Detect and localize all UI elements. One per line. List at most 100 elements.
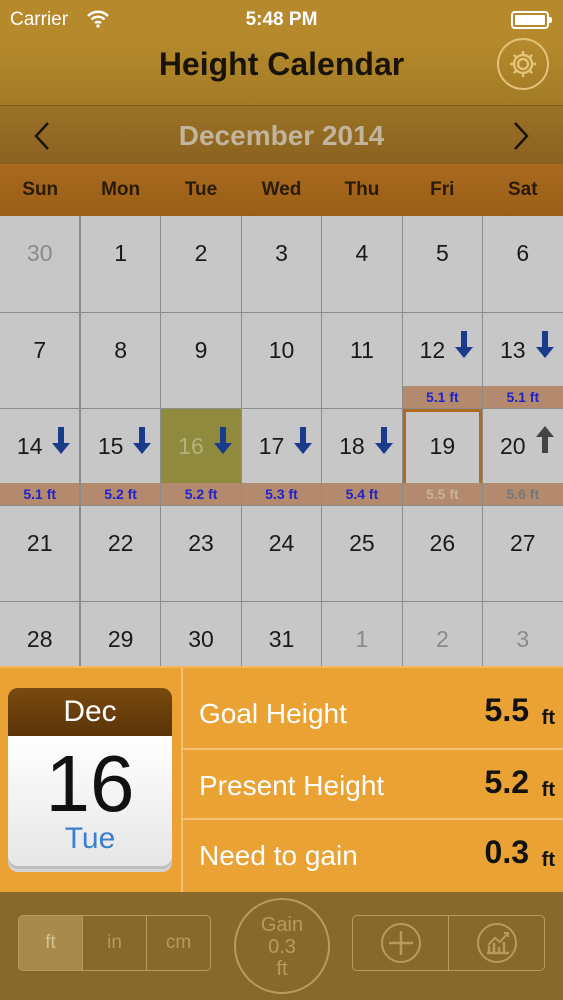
calendar-day[interactable]: 22 <box>80 505 161 601</box>
need-to-gain-label: Need to gain <box>199 840 358 871</box>
weekday-label: Wed <box>261 179 302 200</box>
date-card-body: 16 Tue <box>8 736 172 866</box>
calendar-day[interactable]: 2 <box>402 602 483 666</box>
calendar-day[interactable]: 29 <box>80 602 161 666</box>
calendar-day[interactable]: 26 <box>402 505 483 601</box>
calendar-day[interactable]: 13 5.1 ft <box>483 312 563 408</box>
day-number: 5 <box>435 240 449 266</box>
calendar-day[interactable]: 3 <box>483 602 563 666</box>
day-number: 31 <box>268 626 295 652</box>
calendar-day[interactable]: 30 <box>161 602 241 666</box>
calendar-day[interactable]: 23 <box>161 505 241 601</box>
calendar-day[interactable]: 14 5.1 ft <box>0 409 80 505</box>
calendar-day[interactable]: 15 5.2 ft <box>80 409 161 505</box>
status-time: 5:48 PM <box>245 9 318 30</box>
arrow-down-icon <box>133 427 152 454</box>
day-number: 8 <box>114 336 128 363</box>
calendar-day[interactable]: 18 5.4 ft <box>322 409 402 505</box>
status-bar: Carrier 5:48 PM <box>0 0 563 38</box>
day-number: 23 <box>188 529 214 556</box>
calendar-day[interactable]: 28 <box>0 602 80 666</box>
day-height-label: 5.3 ft <box>241 482 322 505</box>
calendar-day[interactable]: 31 <box>241 602 322 666</box>
arrow-down-icon <box>455 330 474 358</box>
day-height-label: 5.1 ft <box>483 386 563 408</box>
unit-option-cm[interactable]: cm <box>147 916 210 970</box>
weekday-label: Sun <box>22 179 59 200</box>
calendar-day[interactable]: 2 <box>161 216 241 312</box>
day-height-label: 5.1 ft <box>0 482 80 505</box>
goal-height-label: Goal Height <box>199 698 347 729</box>
weekday-label: Mon <box>101 179 141 200</box>
nav-bar: Height Calendar <box>0 38 563 106</box>
calendar-day[interactable]: 21 <box>0 505 80 601</box>
present-height-row: Present Height 5.2 ft <box>183 750 563 824</box>
goal-height-value: 5.5 <box>484 692 529 728</box>
next-month-button[interactable] <box>503 118 539 154</box>
chart-button[interactable] <box>449 916 544 970</box>
arrow-down-icon <box>52 427 71 454</box>
calendar-day[interactable]: 4 <box>322 216 402 312</box>
calendar-day[interactable]: 24 <box>241 505 322 601</box>
unit-option-in[interactable]: in <box>83 916 147 970</box>
calendar-day[interactable]: 12 5.1 ft <box>402 312 483 408</box>
calendar-day[interactable]: 19 5.5 ft <box>402 409 483 505</box>
calendar-day[interactable]: 27 <box>483 505 563 601</box>
calendar-day[interactable]: 25 <box>322 505 402 601</box>
unit-option-ft[interactable]: ft <box>19 916 83 970</box>
day-number: 10 <box>268 336 295 363</box>
calendar-grid: 30 1 2 3 4 5 6 7 8 9 10 11 12 5.1 ft 13 5.1 ft 14 5.1 ft 1… <box>0 216 563 666</box>
present-height-unit: ft <box>541 779 555 801</box>
day-number: 7 <box>33 336 47 363</box>
calendar-day[interactable]: 20 5.6 ft <box>483 409 563 505</box>
battery-icon <box>511 11 552 29</box>
calendar-day[interactable]: 11 <box>322 312 402 408</box>
calendar-day[interactable]: 17 5.3 ft <box>241 409 322 505</box>
calendar-day[interactable]: 3 <box>241 216 322 312</box>
add-entry-button[interactable] <box>353 916 449 970</box>
chart-icon <box>476 923 517 963</box>
calendar-day[interactable]: 1 <box>80 216 161 312</box>
arrow-down-icon <box>213 427 232 454</box>
day-number: 9 <box>194 336 208 363</box>
present-height-value: 5.2 <box>484 764 529 800</box>
need-to-gain-row: Need to gain 0.3 ft <box>183 820 563 894</box>
day-number: 24 <box>268 529 295 556</box>
calendar-day[interactable]: 1 <box>322 602 402 666</box>
day-height-label: 5.5 ft <box>402 482 483 505</box>
day-number: 28 <box>26 626 53 652</box>
day-number: 2 <box>435 626 449 652</box>
arrow-down-icon <box>294 427 313 454</box>
calendar-day[interactable]: 10 <box>241 312 322 408</box>
arrow-down-icon <box>374 427 393 454</box>
calendar-day[interactable]: 30 <box>0 216 80 312</box>
present-height-label: Present Height <box>199 770 385 801</box>
info-panel: Dec 16 Tue Goal Height 5.5 ft Present He… <box>0 666 563 892</box>
need-to-gain-unit: ft <box>541 849 555 871</box>
day-number: 21 <box>26 529 53 556</box>
month-title: December 2014 <box>178 120 385 151</box>
day-height-label: 5.6 ft <box>483 482 563 505</box>
need-to-gain-value: 0.3 <box>484 834 529 870</box>
action-group <box>352 915 545 971</box>
settings-button[interactable] <box>497 38 549 90</box>
day-number: 19 <box>429 433 456 459</box>
weekday-label: Sat <box>507 179 538 200</box>
calendar-day[interactable]: 6 <box>483 216 563 312</box>
calendar-day[interactable]: 8 <box>80 312 161 408</box>
day-number: 1 <box>355 626 369 652</box>
selected-day: 16 <box>45 739 135 828</box>
day-number: 3 <box>275 240 288 266</box>
calendar-day[interactable]: 5 <box>402 216 483 312</box>
calendar-day[interactable]: 7 <box>0 312 80 408</box>
day-number: 30 <box>188 626 214 652</box>
arrow-up-icon <box>535 426 554 453</box>
selected-weekday: Tue <box>64 822 116 855</box>
day-height-label: 5.2 ft <box>161 482 241 505</box>
calendar-day[interactable]: 16 5.2 ft <box>161 409 241 505</box>
goal-height-row: Goal Height 5.5 ft <box>183 678 563 752</box>
day-number: 2 <box>194 240 208 266</box>
gain-unit: ft <box>276 958 288 980</box>
gain-indicator: Gain 0.3 ft <box>234 898 330 994</box>
calendar-day[interactable]: 9 <box>161 312 241 408</box>
